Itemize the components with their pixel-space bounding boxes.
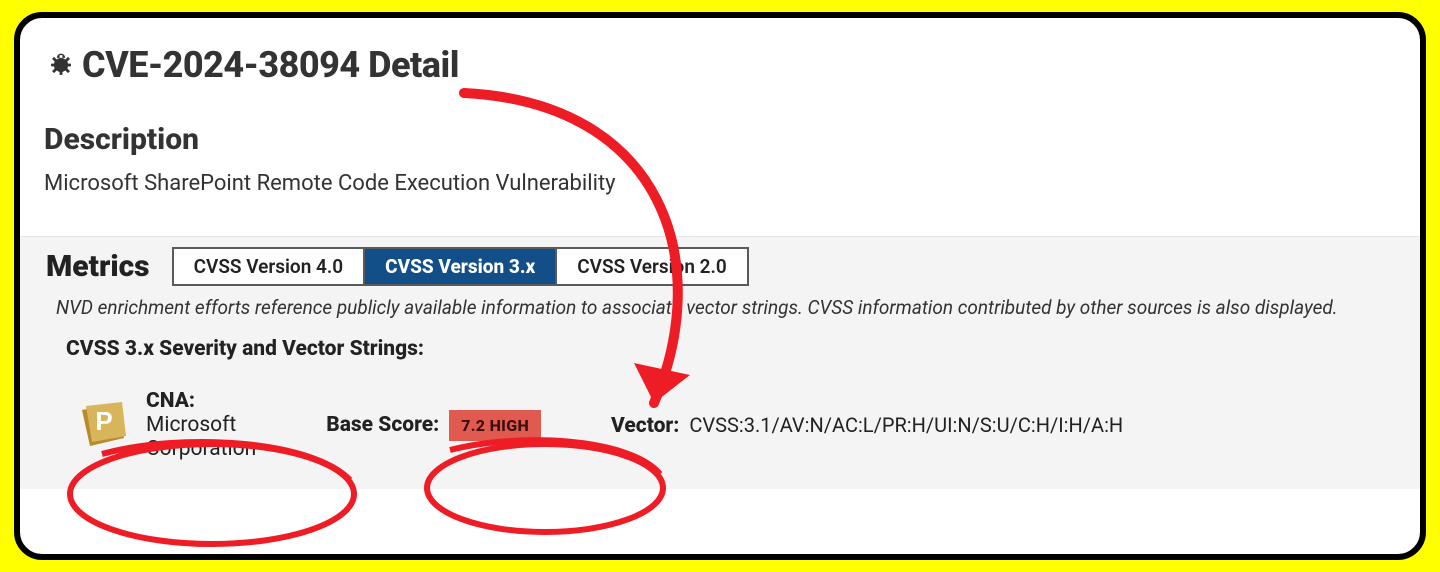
title-row: CVE-2024-38094 Detail [44,44,1396,86]
tab-cvss-3x[interactable]: CVSS Version 3.x [365,247,557,286]
base-score-group: Base Score: 7.2 HIGH [326,410,541,441]
score-row: P CNA: Microsoft Corporation Base Score:… [74,389,1394,461]
bug-icon [44,48,78,82]
cna-group: P CNA: Microsoft Corporation [74,389,256,461]
provider-badge-icon: P [74,398,128,452]
metrics-header-row: Metrics CVSS Version 4.0 CVSS Version 3.… [46,247,1394,286]
cve-detail-panel: CVE-2024-38094 Detail Description Micros… [14,12,1426,560]
svg-text:P: P [95,406,112,436]
cna-label: CNA: [146,389,195,413]
tab-cvss-4[interactable]: CVSS Version 4.0 [172,247,366,286]
cvss-version-tabs: CVSS Version 4.0 CVSS Version 3.x CVSS V… [172,247,749,286]
base-score-label: Base Score: [326,413,439,437]
page-title: CVE-2024-38094 Detail [82,44,459,86]
severity-vector-heading: CVSS 3.x Severity and Vector Strings: [66,337,1394,361]
nvd-enrichment-note: NVD enrichment efforts reference publicl… [56,296,1394,319]
cna-text: CNA: Microsoft Corporation [146,389,256,461]
tab-cvss-2[interactable]: CVSS Version 2.0 [557,247,749,286]
cna-value: Microsoft Corporation [146,413,256,461]
metrics-section: Metrics CVSS Version 4.0 CVSS Version 3.… [20,236,1420,489]
description-text: Microsoft SharePoint Remote Code Executi… [44,171,1396,196]
vector-value[interactable]: CVSS:3.1/AV:N/AC:L/PR:H/UI:N/S:U/C:H/I:H… [689,413,1123,437]
vector-label: Vector: [611,414,679,438]
vector-group: Vector: CVSS:3.1/AV:N/AC:L/PR:H/UI:N/S:U… [611,413,1123,438]
description-heading: Description [44,122,1396,157]
metrics-heading: Metrics [46,249,150,284]
base-score-chip[interactable]: 7.2 HIGH [449,410,541,441]
